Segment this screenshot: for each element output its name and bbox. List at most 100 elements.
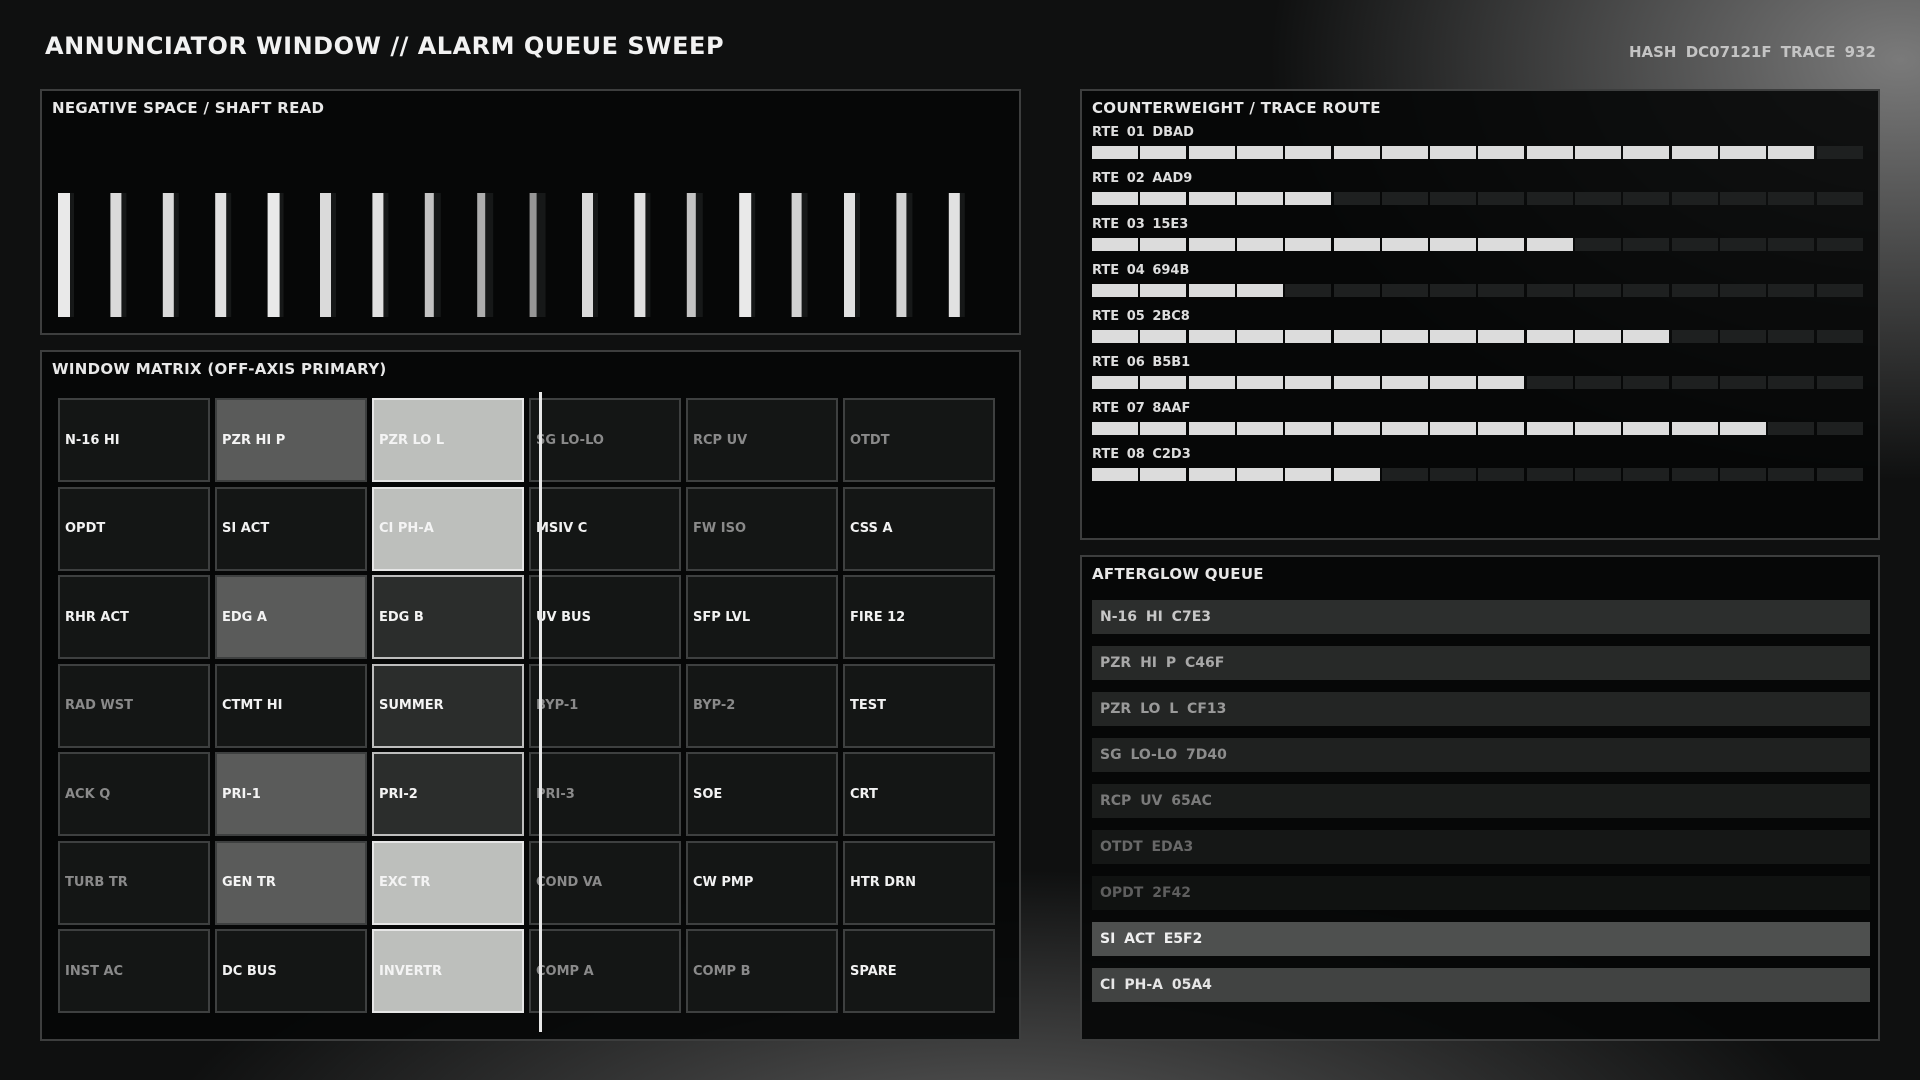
- route-segment: [1092, 376, 1138, 389]
- route-segment: [1575, 330, 1621, 343]
- route-segment: [1188, 284, 1235, 297]
- annunciator-window[interactable]: FIRE 12: [843, 575, 995, 659]
- annunciator-window[interactable]: PZR LO L: [372, 398, 524, 482]
- route-segment: [1768, 284, 1815, 297]
- annunciator-window[interactable]: BYP-2: [686, 663, 838, 748]
- annunciator-window[interactable]: PZR HI P: [215, 398, 367, 482]
- route-segment: [1478, 468, 1525, 481]
- route-segment: [1285, 284, 1332, 297]
- annunciator-window[interactable]: SOE: [686, 752, 838, 836]
- route-segment: [1188, 330, 1235, 343]
- annunciator-window[interactable]: EDG A: [215, 575, 367, 659]
- shaft-bars: [58, 193, 965, 317]
- annunciator-window[interactable]: INST AC: [58, 929, 210, 1013]
- annunciator-window[interactable]: EDG B: [372, 575, 524, 659]
- annunciator-window[interactable]: CTMT HI: [215, 663, 367, 748]
- annunciator-window[interactable]: CI PH-A: [372, 486, 524, 571]
- queue-panel-title: AFTERGLOW QUEUE: [1092, 565, 1264, 583]
- annunciator-window[interactable]: RAD WST: [58, 663, 210, 748]
- annunciator-window[interactable]: GEN TR: [215, 840, 367, 925]
- annunciator-window-label: CTMT HI: [222, 698, 283, 713]
- route-segment: [1430, 422, 1477, 435]
- annunciator-window[interactable]: CW PMP: [686, 840, 838, 925]
- sweep-cursor: [539, 392, 542, 1032]
- route-segment: [1236, 330, 1283, 343]
- annunciator-window[interactable]: COND VA: [529, 840, 681, 925]
- route-segment: [1140, 376, 1187, 389]
- annunciator-window[interactable]: CRT: [843, 752, 995, 836]
- queue-item[interactable]: CI PH-A 05A4: [1092, 968, 1870, 1002]
- annunciator-window[interactable]: RCP UV: [686, 398, 838, 482]
- shaft-bar: [372, 193, 384, 317]
- annunciator-window-label: TURB TR: [65, 875, 128, 890]
- annunciator-window[interactable]: DC BUS: [215, 929, 367, 1013]
- annunciator-window[interactable]: OPDT: [58, 486, 210, 571]
- route-segment: [1333, 330, 1380, 343]
- queue-item[interactable]: PZR LO L CF13: [1092, 692, 1870, 726]
- annunciator-window[interactable]: FW ISO: [686, 486, 838, 571]
- route-segment: [1575, 284, 1621, 297]
- shaft-bar: [896, 193, 907, 317]
- annunciator-window[interactable]: TEST: [843, 663, 995, 748]
- route-segment: [1623, 284, 1670, 297]
- annunciator-window[interactable]: SFP LVL: [686, 575, 838, 659]
- annunciator-window[interactable]: EXC TR: [372, 840, 524, 925]
- annunciator-window[interactable]: N-16 HI: [58, 398, 210, 482]
- annunciator-window-label: COND VA: [536, 875, 603, 890]
- route-segment: [1623, 238, 1670, 251]
- queue-item[interactable]: OTDT EDA3: [1092, 830, 1870, 864]
- route-segment: [1140, 284, 1187, 297]
- annunciator-window[interactable]: PRI-3: [529, 752, 681, 836]
- annunciator-window[interactable]: CSS A: [843, 486, 995, 571]
- route-segment: [1623, 146, 1670, 159]
- route-segment: [1236, 146, 1283, 159]
- annunciator-window[interactable]: ACK Q: [58, 752, 210, 836]
- route-segment: [1333, 238, 1380, 251]
- annunciator-window[interactable]: HTR DRN: [843, 840, 995, 925]
- annunciator-window-label: SFP LVL: [693, 609, 751, 625]
- annunciator-window-label: SI ACT: [222, 521, 270, 536]
- annunciator-window[interactable]: PRI-1: [215, 752, 367, 836]
- route-segment: [1478, 330, 1525, 343]
- annunciator-window-label: CSS A: [850, 521, 893, 536]
- route-segment: [1768, 468, 1815, 481]
- annunciator-window[interactable]: SG LO-LO: [529, 398, 681, 482]
- annunciator-window-label: PRI-1: [222, 786, 261, 802]
- queue-item[interactable]: RCP UV 65AC: [1092, 784, 1870, 818]
- annunciator-window[interactable]: SUMMER: [372, 663, 524, 748]
- queue-item[interactable]: N-16 HI C7E3: [1092, 600, 1870, 634]
- route-segment: [1623, 330, 1670, 343]
- annunciator-window[interactable]: COMP A: [529, 929, 681, 1013]
- annunciator-window[interactable]: SI ACT: [215, 486, 367, 571]
- annunciator-window[interactable]: UV BUS: [529, 575, 681, 659]
- annunciator-window[interactable]: MSIV C: [529, 486, 681, 571]
- annunciator-window[interactable]: OTDT: [843, 398, 995, 482]
- route-segment: [1140, 238, 1187, 251]
- route-progress-bar: [1092, 422, 1864, 435]
- route-segment: [1719, 422, 1766, 435]
- route-segment: [1333, 192, 1380, 205]
- annunciator-window[interactable]: PRI-2: [372, 752, 524, 836]
- route-segment: [1575, 238, 1621, 251]
- route-segment: [1671, 422, 1718, 435]
- queue-item[interactable]: PZR HI P C46F: [1092, 646, 1870, 680]
- queue-item[interactable]: SG LO-LO 7D40: [1092, 738, 1870, 772]
- queue-item[interactable]: SI ACT E5F2: [1092, 922, 1870, 956]
- annunciator-window[interactable]: BYP-1: [529, 663, 681, 748]
- annunciator-window-label: COMP B: [693, 963, 751, 979]
- annunciator-window[interactable]: SPARE: [843, 929, 995, 1013]
- page-title: ANNUNCIATOR WINDOW // ALARM QUEUE SWEEP: [45, 32, 725, 60]
- annunciator-window[interactable]: TURB TR: [58, 840, 210, 925]
- route-segment: [1333, 422, 1380, 435]
- annunciator-window-label: SOE: [693, 786, 723, 802]
- route-segment: [1430, 468, 1477, 481]
- annunciator-window-label: HTR DRN: [850, 875, 916, 890]
- route-segment: [1719, 284, 1766, 297]
- queue-item[interactable]: OPDT 2F42: [1092, 876, 1870, 910]
- annunciator-window-label: SPARE: [850, 963, 897, 979]
- route-segment: [1285, 238, 1332, 251]
- annunciator-window[interactable]: RHR ACT: [58, 575, 210, 659]
- annunciator-window[interactable]: COMP B: [686, 929, 838, 1013]
- route-segment: [1526, 468, 1573, 481]
- annunciator-window[interactable]: INVERTR: [372, 929, 524, 1013]
